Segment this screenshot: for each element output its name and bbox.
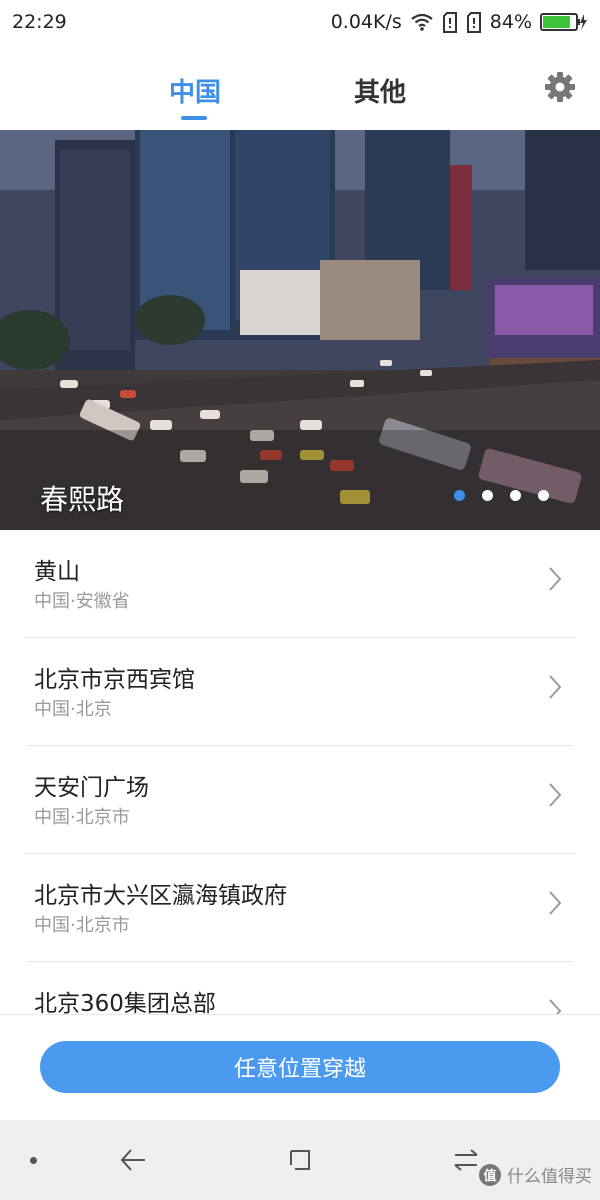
- status-right: 0.04K/s 84%: [331, 11, 588, 33]
- list-item[interactable]: 北京市京西宾馆 中国·北京: [26, 638, 574, 746]
- back-icon: [119, 1147, 147, 1173]
- back-button[interactable]: [115, 1142, 151, 1178]
- gear-icon: [544, 71, 576, 103]
- list-item[interactable]: 北京市大兴区瀛海镇政府 中国·北京市: [26, 854, 574, 962]
- banner-caption: 春熙路: [40, 483, 125, 516]
- chevron-right-icon: [548, 782, 562, 812]
- banner-image: [0, 130, 600, 530]
- list-item[interactable]: 北京360集团总部: [26, 962, 574, 1014]
- item-title: 北京360集团总部: [34, 991, 216, 1014]
- watermark-logo: 值: [479, 1163, 501, 1186]
- switch-icon: [452, 1147, 480, 1173]
- carousel-dot[interactable]: [510, 490, 521, 501]
- chevron-right-icon: [548, 566, 562, 596]
- list-item[interactable]: 天安门广场 中国·北京市: [26, 746, 574, 854]
- carousel-dot[interactable]: [454, 490, 465, 501]
- status-bar: 22:29 0.04K/s 84%: [0, 0, 600, 44]
- list-item[interactable]: 黄山 中国·安徽省: [26, 530, 574, 638]
- nav-dot: [30, 1157, 37, 1164]
- recents-icon: [287, 1147, 313, 1173]
- item-subtitle: 中国·北京市: [34, 915, 130, 936]
- recents-button[interactable]: [282, 1142, 318, 1178]
- settings-button[interactable]: [543, 70, 577, 104]
- chevron-right-icon: [548, 890, 562, 920]
- item-subtitle: 中国·安徽省: [34, 591, 130, 612]
- carousel-dot[interactable]: [482, 490, 493, 501]
- chevron-right-icon: [548, 998, 562, 1014]
- location-list: 黄山 中国·安徽省 北京市京西宾馆 中国·北京 天安门广场 中国·北京市 北京市…: [0, 530, 600, 1014]
- item-title: 天安门广场: [34, 775, 149, 801]
- item-subtitle: 中国·北京市: [34, 807, 130, 828]
- carousel-dot[interactable]: [538, 490, 549, 501]
- watermark-text: 什么值得买: [507, 1167, 592, 1187]
- item-title: 北京市京西宾馆: [34, 667, 195, 693]
- network-speed: 0.04K/s: [330, 11, 402, 33]
- action-area: 任意位置穿越: [0, 1014, 600, 1120]
- chevron-right-icon: [548, 674, 562, 704]
- carousel-indicator: [454, 490, 549, 501]
- navigation-bar: 值 什么值得买: [0, 1120, 600, 1200]
- teleport-anywhere-button[interactable]: 任意位置穿越: [40, 1041, 560, 1093]
- item-title: 黄山: [34, 559, 80, 585]
- item-subtitle: 中国·北京: [34, 699, 112, 720]
- watermark: 值 什么值得买: [479, 1162, 592, 1187]
- tab-china[interactable]: 中国: [160, 72, 230, 109]
- battery-charging-icon: [540, 12, 588, 32]
- tab-other[interactable]: 其他: [345, 72, 415, 109]
- banner-carousel[interactable]: 春熙路: [0, 130, 600, 530]
- wifi-icon: [410, 12, 434, 32]
- active-tab-indicator: [181, 116, 207, 120]
- sim-card-icon: [466, 11, 482, 33]
- battery-percent: 84%: [489, 11, 532, 33]
- tab-bar: 中国 其他: [0, 44, 600, 130]
- status-time: 22:29: [12, 11, 67, 33]
- sim-card-icon: [442, 11, 458, 33]
- item-title: 北京市大兴区瀛海镇政府: [34, 883, 287, 909]
